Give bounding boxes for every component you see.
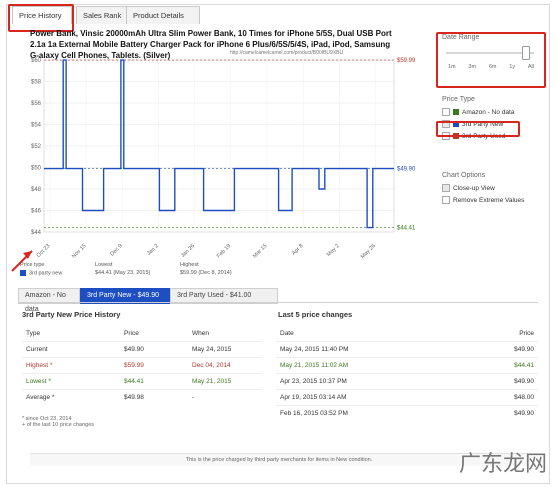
last5-price: $44.41 — [468, 357, 538, 374]
footer-note: This is the price charged by third party… — [30, 453, 528, 466]
history-header-row: Type Price When — [22, 326, 262, 342]
lowest-value: $44.41 (May 23, 2015) — [95, 270, 151, 276]
history-type: Current — [22, 341, 120, 358]
price-type-amazon[interactable]: Amazon - No data — [442, 107, 544, 119]
last5-header-price: Price — [519, 330, 534, 337]
checkbox — [442, 196, 450, 205]
history-row-lowest: Lowest * $44.41 May 21, 2015 — [22, 373, 262, 390]
last5-date: May 24, 2015 11:40 PM — [276, 341, 469, 358]
last5-date: Apr 23, 2015 10:37 PM — [276, 373, 469, 390]
price-type-label: Price type — [20, 262, 45, 268]
history-footnotes: * since Oct 23, 2014 + of the last 10 pr… — [22, 416, 94, 428]
history-price: $49.90 — [120, 341, 188, 358]
last5-date: May 21, 2015 11:02 AM — [276, 357, 469, 374]
history-header-when: When — [192, 330, 209, 337]
history-table: Type Price When Current $49.90 May 24, 2… — [22, 326, 262, 405]
chart-options-panel: Chart Options Close-up View Remove Extre… — [438, 172, 544, 207]
history-type: Highest * — [22, 357, 120, 374]
highest-value: $59.99 (Dec 8, 2014) — [180, 270, 232, 276]
y-tick-label: $58 — [31, 80, 42, 86]
last5-price: $48.00 — [468, 389, 538, 406]
y-tick-label: $52 — [31, 144, 42, 150]
x-tick-label: Nov 15 — [71, 243, 88, 260]
history-when: - — [188, 389, 262, 405]
last5-row: Apr 19, 2015 03:14 AM $48.00 — [276, 389, 538, 406]
x-tick-label: Oct 23 — [36, 243, 52, 259]
option-remove-extreme[interactable]: Remove Extreme Values — [442, 195, 544, 207]
last5-date: Feb 16, 2015 03:52 PM — [276, 405, 469, 421]
y-tick-label: $44 — [31, 230, 42, 236]
last5-price: $49.90 — [468, 405, 538, 421]
last5-price: $49.90 — [468, 341, 538, 358]
reference-label: $59.99 — [397, 58, 416, 64]
x-tick-label: Feb 19 — [216, 243, 232, 259]
history-type: Average * — [22, 389, 120, 405]
history-price: $44.41 — [120, 373, 188, 390]
legend-swatch — [20, 270, 26, 276]
x-tick-label: May 2 — [326, 243, 341, 258]
x-tick-label: Apr 8 — [291, 243, 305, 257]
last5-row: May 21, 2015 11:02 AM $44.41 — [276, 357, 538, 374]
highlight-3p-new — [436, 121, 520, 137]
x-tick-label: Mar 15 — [252, 243, 268, 259]
legend-entry: 3rd party new — [20, 270, 80, 276]
y-tick-label: $48 — [31, 187, 42, 193]
y-tick-label: $50 — [31, 166, 42, 172]
chart-options-title: Chart Options — [442, 172, 486, 179]
history-header-type: Type — [26, 330, 41, 337]
last5-date: Apr 19, 2015 03:14 AM — [276, 389, 469, 406]
x-tick-label: Jan 26 — [180, 243, 196, 259]
last5-row: Feb 16, 2015 03:52 PM $49.90 — [276, 405, 538, 421]
history-row-highest: Highest * $59.99 Dec 04, 2014 — [22, 357, 262, 374]
last5-table: Date Price May 24, 2015 11:40 PM $49.90 M… — [276, 326, 538, 421]
history-price: $49.98 — [120, 389, 188, 405]
option-close-up[interactable]: Close-up View — [442, 183, 544, 195]
tabs-divider — [18, 302, 538, 303]
price-type-title: Price Type — [442, 96, 475, 103]
last5-title: Last 5 price changes — [278, 310, 353, 319]
history-when: Dec 04, 2014 — [188, 357, 262, 374]
checkbox — [442, 108, 450, 117]
history-price: $59.99 — [120, 357, 188, 374]
history-title: 3rd Party New Price History — [22, 310, 121, 319]
last5-price: $49.90 — [468, 373, 538, 390]
history-row-current: Current $49.90 May 24, 2015 — [22, 341, 262, 358]
watermark-text: 广东龙网 — [458, 452, 547, 477]
y-tick-label: $54 — [31, 123, 42, 129]
last5-header-row: Date Price — [276, 326, 538, 342]
highlight-date-range — [436, 32, 546, 88]
highest-label: Highest — [180, 262, 199, 268]
y-tick-label: $46 — [31, 209, 42, 215]
y-tick-label: $56 — [31, 101, 42, 107]
reference-label: $49.90 — [397, 167, 416, 173]
tab-product-details[interactable]: Product Details — [126, 6, 200, 24]
x-tick-label: Dec 9 — [109, 243, 123, 257]
footnote-average: + of the last 10 price changes — [22, 422, 95, 428]
checkbox-checked — [442, 184, 450, 193]
swatch-amazon — [453, 109, 459, 116]
price-history-chart: $60 $58 $56 $54 $52 $50 $48 $46 $44 Oct 23 Nov 15 D… — [31, 58, 416, 260]
lowest-label: Lowest — [95, 262, 113, 268]
history-row-average: Average * $49.98 - — [22, 389, 262, 405]
y-tick-label: $60 — [31, 58, 42, 64]
last5-header-date: Date — [280, 330, 294, 337]
history-type: Lowest * — [22, 373, 120, 390]
last5-row: May 24, 2015 11:40 PM $49.90 — [276, 341, 538, 358]
x-tick-label: Jan 2 — [146, 243, 160, 257]
last5-row: Apr 23, 2015 10:37 PM $49.90 — [276, 373, 538, 390]
history-header-price: Price — [124, 330, 139, 337]
reference-label: $44.41 — [397, 226, 416, 232]
chart-options-list: Close-up View Remove Extreme Values — [442, 183, 544, 207]
history-when: May 21, 2015 — [188, 373, 262, 390]
history-when: May 24, 2015 — [188, 341, 262, 358]
x-tick-label: May 26 — [360, 243, 377, 260]
